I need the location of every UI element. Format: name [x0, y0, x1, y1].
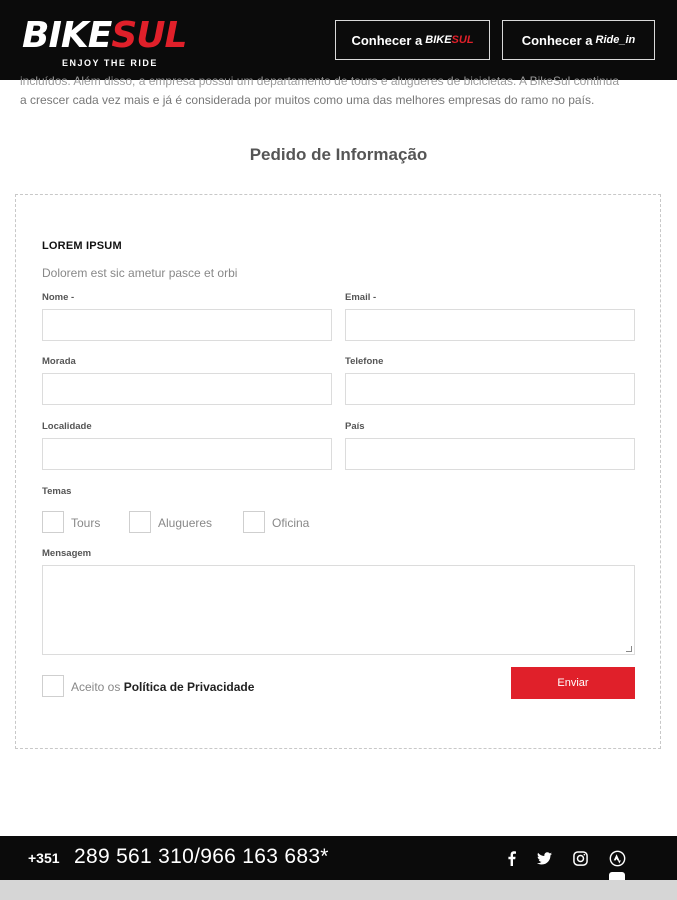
- address-input[interactable]: [42, 373, 332, 405]
- resize-handle-icon[interactable]: [626, 646, 632, 652]
- topics-label: Temas: [42, 486, 72, 497]
- mini-logo-bike: BIKE: [425, 34, 452, 46]
- privacy-checkbox[interactable]: [42, 675, 64, 697]
- topic-oficina-label: Oficina: [272, 516, 310, 530]
- phone-input[interactable]: [345, 373, 635, 405]
- button-prefix: Conhecer a: [521, 32, 593, 48]
- top-header: BIKESUL ENJOY THE RIDE Conhecer a BIKESU…: [0, 0, 677, 80]
- logo-wordmark: BIKESUL: [22, 18, 202, 54]
- phone-label: Telefone: [345, 356, 384, 367]
- submit-button[interactable]: Enviar: [511, 667, 635, 699]
- bikesul-logo[interactable]: BIKESUL ENJOY THE RIDE: [22, 18, 202, 70]
- logo-part-bike: BIKE: [22, 15, 112, 56]
- message-textarea[interactable]: [42, 565, 635, 655]
- conhecer-bikesul-button[interactable]: Conhecer a BIKESUL: [335, 20, 490, 60]
- topic-alugueres-label: Alugueres: [158, 516, 213, 530]
- form-heading: LOREM IPSUM: [42, 240, 122, 252]
- ridein-mini-logo: Ride_in: [595, 34, 636, 46]
- intro-line-2: a crescer cada vez mais e já é considera…: [20, 93, 595, 107]
- topic-alugueres-checkbox[interactable]: [129, 511, 151, 533]
- message-label: Mensagem: [42, 548, 92, 559]
- bikesul-mini-logo: BIKESUL: [425, 34, 473, 46]
- name-input[interactable]: [42, 309, 332, 341]
- twitter-icon[interactable]: [534, 848, 554, 868]
- intro-line-1: incluídos. Além disso, a empresa possui …: [20, 74, 620, 88]
- topic-oficina-checkbox[interactable]: [243, 511, 265, 533]
- locality-input[interactable]: [42, 438, 332, 470]
- locality-label: Localidade: [42, 421, 92, 432]
- logo-tagline: ENJOY THE RIDE: [62, 58, 158, 68]
- form-subheading: Dolorem est sic ametur pasce et orbi: [42, 266, 238, 280]
- mini-logo-sul: SUL: [451, 34, 474, 46]
- topic-tours-checkbox[interactable]: [42, 511, 64, 533]
- facebook-icon[interactable]: [501, 848, 521, 868]
- email-label: Email -: [345, 292, 377, 303]
- name-label: Nome -: [42, 292, 75, 303]
- phone-number[interactable]: 289 561 310/966 163 683*: [74, 845, 329, 869]
- intro-paragraph: incluídos. Além disso, a empresa possui …: [20, 72, 660, 110]
- strava-icon[interactable]: [607, 848, 627, 868]
- bottom-strip: [0, 880, 677, 900]
- logo-part-sul: SUL: [111, 15, 187, 56]
- section-title: Pedido de Informação: [249, 145, 428, 164]
- privacy-consent-text: Aceito os Política de Privacidade: [71, 680, 254, 694]
- info-request-form: LOREM IPSUM Dolorem est sic ametur pasce…: [15, 194, 661, 749]
- address-label: Morada: [42, 356, 76, 367]
- footer-bar: +351 289 561 310/966 163 683*: [0, 836, 677, 884]
- instagram-icon[interactable]: [570, 848, 590, 868]
- phone-prefix: +351: [28, 850, 60, 866]
- privacy-policy-link[interactable]: Política de Privacidade: [124, 680, 255, 694]
- country-label: País: [345, 421, 365, 432]
- country-input[interactable]: [345, 438, 635, 470]
- privacy-prefix: Aceito os: [71, 680, 121, 694]
- topic-tours-label: Tours: [71, 516, 101, 530]
- button-prefix: Conhecer a: [351, 32, 423, 48]
- email-input[interactable]: [345, 309, 635, 341]
- conhecer-ridein-button[interactable]: Conhecer a Ride_in: [502, 20, 655, 60]
